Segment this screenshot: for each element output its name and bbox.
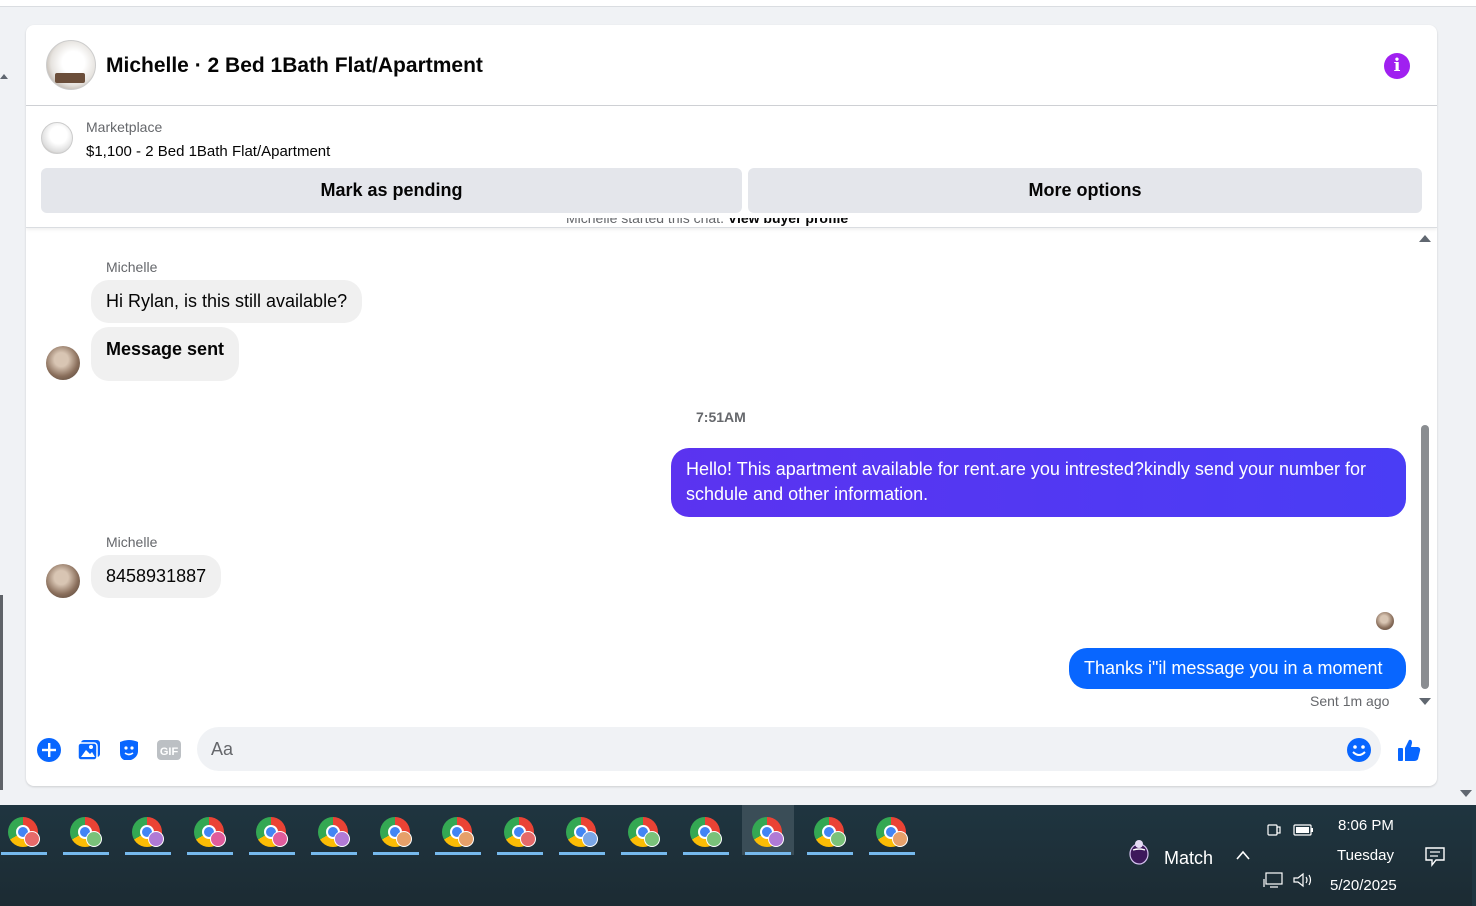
- message-input[interactable]: [197, 727, 1381, 771]
- profile-badge-icon: [396, 831, 412, 847]
- match-label[interactable]: Match: [1164, 848, 1213, 869]
- sender-avatar[interactable]: [46, 346, 80, 380]
- running-indicator: [683, 852, 729, 855]
- profile-badge-icon: [24, 831, 40, 847]
- profile-badge-icon: [272, 831, 288, 847]
- like-icon[interactable]: [1396, 737, 1422, 763]
- sender-name: Michelle: [106, 259, 158, 275]
- taskbar-chrome-app[interactable]: [246, 805, 298, 855]
- running-indicator: [869, 852, 915, 855]
- clock-date[interactable]: 5/20/2025: [1330, 877, 1397, 894]
- outgoing-message[interactable]: Hello! This apartment available for rent…: [671, 448, 1406, 517]
- chat-scrollbar-thumb[interactable]: [1421, 425, 1429, 689]
- profile-badge-icon: [892, 831, 908, 847]
- running-indicator: [311, 852, 357, 855]
- photo-icon[interactable]: [76, 737, 102, 763]
- taskbar-edge: [1472, 805, 1476, 906]
- running-indicator: [497, 852, 543, 855]
- emoji-icon[interactable]: [1346, 737, 1372, 763]
- taskbar-chrome-app[interactable]: [60, 805, 112, 855]
- more-options-button[interactable]: More options: [748, 168, 1422, 213]
- taskbar-chrome-app[interactable]: [618, 805, 670, 855]
- meet-now-icon[interactable]: [1266, 822, 1282, 838]
- left-scroll-up-caret[interactable]: [0, 74, 8, 79]
- conversation-title[interactable]: Michelle · 2 Bed 1Bath Flat/Apartment: [106, 54, 483, 78]
- running-indicator: [249, 852, 295, 855]
- running-indicator: [807, 852, 853, 855]
- listing-small-thumbnail[interactable]: [41, 122, 73, 154]
- info-icon[interactable]: i: [1384, 53, 1410, 79]
- page-scroll-down-arrow[interactable]: [1460, 790, 1472, 797]
- running-indicator: [621, 852, 667, 855]
- incoming-message[interactable]: Hi Rylan, is this still available?: [91, 280, 363, 323]
- taskbar-chrome-app[interactable]: [556, 805, 608, 855]
- premier-league-icon[interactable]: [1127, 838, 1151, 866]
- taskbar: Match 8:06 PM Tuesday 5/20/2025: [0, 805, 1476, 906]
- taskbar-chrome-app[interactable]: [0, 805, 50, 855]
- profile-badge-icon: [148, 831, 164, 847]
- message-composer: GIF: [26, 725, 1437, 775]
- running-indicator: [559, 852, 605, 855]
- taskbar-chrome-app[interactable]: [866, 805, 918, 855]
- taskbar-chrome-app[interactable]: [804, 805, 856, 855]
- running-indicator: [125, 852, 171, 855]
- chat-scroll-up-arrow[interactable]: [1419, 235, 1431, 242]
- running-indicator: [63, 852, 109, 855]
- volume-icon[interactable]: [1292, 871, 1314, 889]
- battery-icon[interactable]: [1293, 823, 1315, 837]
- running-indicator: [187, 852, 233, 855]
- network-icon[interactable]: [1262, 871, 1284, 889]
- sender-avatar[interactable]: [46, 564, 80, 598]
- seen-indicator-avatar: [1376, 612, 1394, 630]
- listing-card: Marketplace $1,100 - 2 Bed 1Bath Flat/Ap…: [26, 106, 1437, 228]
- taskbar-chrome-app[interactable]: [370, 805, 422, 855]
- taskbar-chrome-app[interactable]: [742, 805, 794, 855]
- taskbar-chrome-app[interactable]: [184, 805, 236, 855]
- profile-badge-icon: [458, 831, 474, 847]
- taskbar-chrome-app[interactable]: [680, 805, 732, 855]
- running-indicator: [1, 852, 47, 855]
- chat-scroll-down-arrow[interactable]: [1419, 698, 1431, 705]
- sticker-icon[interactable]: [116, 737, 142, 763]
- sender-name: Michelle: [106, 534, 158, 550]
- left-scrollbar[interactable]: [0, 595, 3, 790]
- taskbar-chrome-app[interactable]: [122, 805, 174, 855]
- profile-badge-icon: [706, 831, 722, 847]
- message-timestamp: 7:51AM: [696, 409, 746, 425]
- gif-icon[interactable]: GIF: [156, 737, 182, 763]
- incoming-message[interactable]: Message sent: [91, 327, 240, 381]
- clock-day[interactable]: Tuesday: [1337, 847, 1394, 864]
- clock-time[interactable]: 8:06 PM: [1338, 817, 1394, 834]
- profile-badge-icon: [86, 831, 102, 847]
- profile-badge-icon: [520, 831, 536, 847]
- profile-badge-icon: [334, 831, 350, 847]
- chevron-up-icon[interactable]: [1235, 849, 1251, 861]
- running-indicator: [435, 852, 481, 855]
- taskbar-chrome-app[interactable]: [308, 805, 360, 855]
- profile-badge-icon: [768, 831, 784, 847]
- mark-as-pending-button[interactable]: Mark as pending: [41, 168, 742, 213]
- running-indicator: [373, 852, 419, 855]
- profile-badge-icon: [210, 831, 226, 847]
- profile-badge-icon: [830, 831, 846, 847]
- profile-badge-icon: [644, 831, 660, 847]
- taskbar-chrome-app[interactable]: [494, 805, 546, 855]
- taskbar-chrome-app[interactable]: [432, 805, 484, 855]
- sent-status: Sent 1m ago: [1310, 693, 1390, 709]
- top-border: [0, 0, 1476, 7]
- incoming-message[interactable]: 8458931887: [91, 555, 222, 598]
- listing-source: Marketplace: [86, 119, 163, 135]
- listing-thumbnail[interactable]: [46, 40, 96, 90]
- gif-label: GIF: [160, 746, 179, 758]
- listing-price-title[interactable]: $1,100 - 2 Bed 1Bath Flat/Apartment: [86, 143, 330, 160]
- outgoing-message[interactable]: Thanks i"il message you in a moment: [1069, 648, 1406, 689]
- running-indicator: [745, 852, 791, 855]
- add-icon[interactable]: [36, 737, 62, 763]
- chat-header: Michelle · 2 Bed 1Bath Flat/Apartment i: [26, 25, 1437, 106]
- chat-panel: Michelle · 2 Bed 1Bath Flat/Apartment i …: [26, 25, 1437, 786]
- profile-badge-icon: [582, 831, 598, 847]
- notifications-icon[interactable]: [1424, 845, 1446, 867]
